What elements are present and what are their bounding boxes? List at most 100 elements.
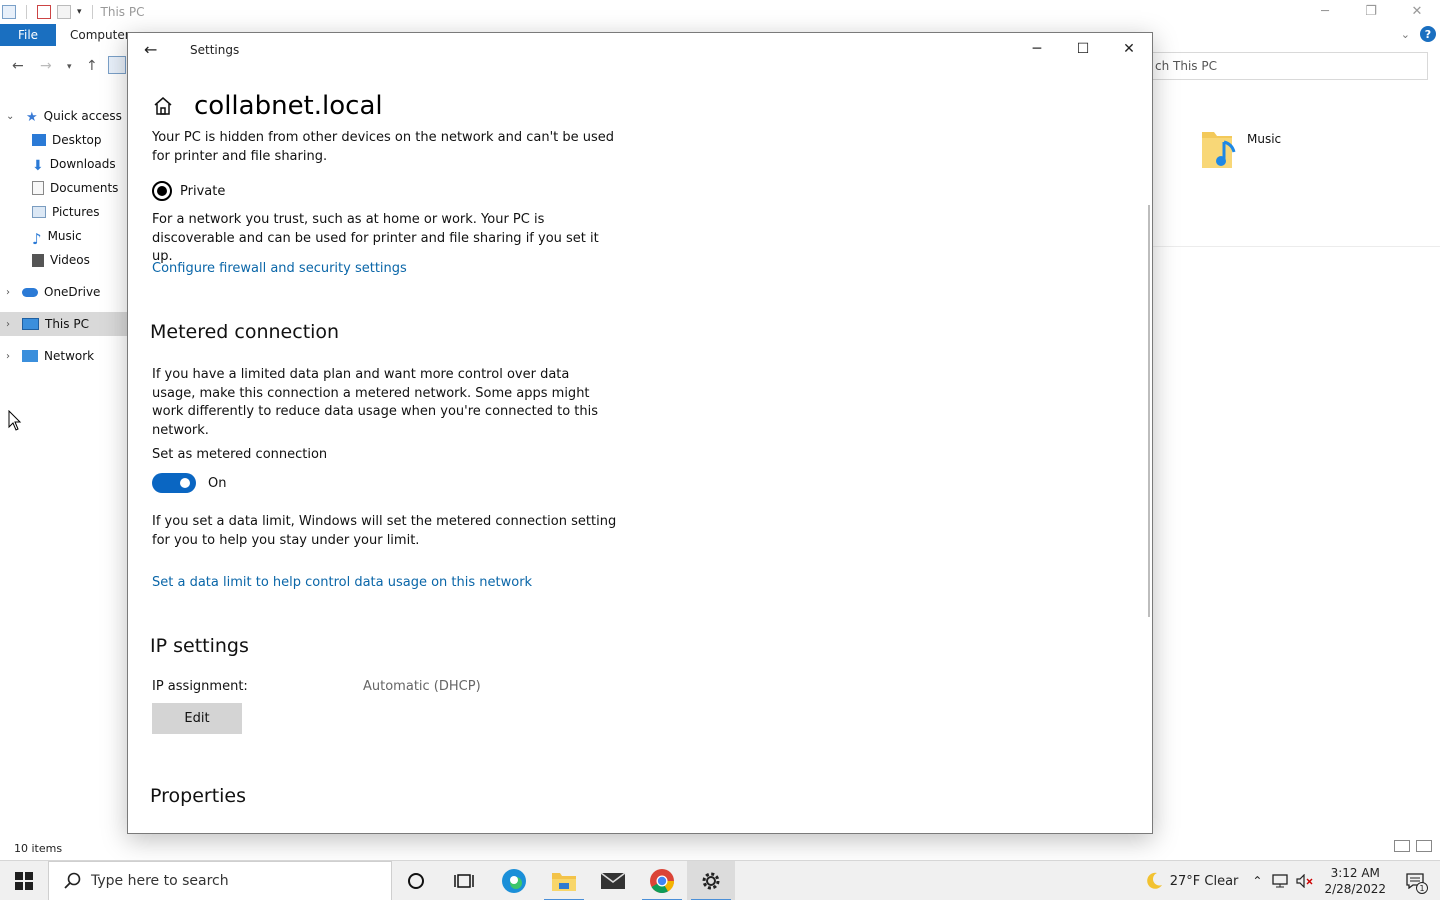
taskbar-search-box[interactable]: Type here to search (48, 861, 392, 900)
taskbar: Type here to search 27°F Clear ⌃ 3:12 AM… (0, 860, 1440, 900)
ip-assignment-value: Automatic (DHCP) (363, 679, 481, 694)
notification-count-badge: 1 (1416, 882, 1428, 894)
expand-ribbon-chevron-icon[interactable]: ⌄ (1401, 28, 1410, 41)
data-limit-description: If you set a data limit, Windows will se… (152, 514, 617, 548)
configure-firewall-link[interactable]: Configure firewall and security settings (152, 261, 407, 276)
new-folder-icon[interactable] (57, 5, 71, 19)
mouse-cursor-icon (8, 410, 22, 431)
network-hidden-description: Your PC is hidden from other devices on … (152, 130, 615, 164)
action-center-button[interactable]: 1 (1400, 866, 1430, 896)
properties-icon[interactable] (37, 5, 51, 19)
set-data-limit-link[interactable]: Set a data limit to help control data us… (152, 575, 532, 590)
radio-button[interactable] (152, 181, 172, 201)
close-icon[interactable]: ✕ (1106, 33, 1152, 65)
metered-toggle-switch[interactable] (152, 473, 196, 493)
sidebar-item-this-pc[interactable]: › This PC (0, 312, 128, 336)
properties-heading: Properties (150, 785, 247, 807)
expanded-chevron-icon[interactable]: ⌄ (6, 111, 14, 122)
sidebar-item-videos[interactable]: Videos (0, 248, 128, 272)
ip-settings-heading: IP settings (150, 635, 249, 657)
pictures-icon (32, 206, 46, 218)
radio-selected-dot (157, 186, 167, 196)
navigation-pane: ⌄ ★ Quick access Desktop ⬇ Downloads Doc… (0, 104, 128, 368)
forward-arrow-icon[interactable]: → (40, 58, 52, 74)
collapsed-chevron-icon[interactable]: › (6, 319, 10, 330)
sidebar-item-label: OneDrive (44, 285, 101, 299)
back-arrow-icon[interactable]: ← (144, 40, 157, 59)
back-arrow-icon[interactable]: ← (12, 58, 24, 74)
toggle-knob (180, 478, 190, 488)
page-header: collabnet.local (152, 91, 383, 121)
sidebar-item-onedrive[interactable]: › OneDrive (0, 280, 128, 304)
mail-envelope-icon (600, 872, 626, 889)
recent-locations-chevron-icon[interactable]: ▾ (67, 62, 72, 72)
toggle-state-label: On (208, 475, 227, 491)
sidebar-item-quick-access[interactable]: ⌄ ★ Quick access (0, 104, 128, 128)
sidebar-item-pictures[interactable]: Pictures (0, 200, 128, 224)
file-tab[interactable]: File (0, 24, 56, 46)
close-icon[interactable]: ✕ (1394, 0, 1440, 22)
restore-icon[interactable]: ❐ (1348, 0, 1394, 22)
minimize-icon[interactable]: ─ (1302, 0, 1348, 22)
speaker-muted-icon[interactable] (1296, 874, 1314, 888)
system-tray: 27°F Clear ⌃ 3:12 AM 2/28/2022 1 (1144, 861, 1440, 900)
toolbar-divider (26, 5, 27, 19)
up-arrow-icon[interactable]: ↑ (86, 58, 98, 74)
sidebar-item-label: Desktop (52, 133, 102, 147)
settings-titlebar: ← Settings ─ ☐ ✕ (128, 33, 1152, 67)
details-view-icon[interactable] (1394, 840, 1410, 852)
ip-assignment-row: IP assignment: Automatic (DHCP) (152, 679, 632, 699)
edge-browser-icon (502, 869, 526, 893)
network-icon (22, 350, 38, 362)
cortana-circle-icon (408, 873, 424, 889)
music-folder-icon[interactable] (1200, 126, 1238, 170)
chrome-browser-icon (650, 869, 674, 894)
explorer-window-controls: ─ ❐ ✕ (1302, 0, 1440, 22)
large-icons-view-icon[interactable] (1416, 840, 1432, 852)
clock-time: 3:12 AM (1330, 866, 1380, 880)
private-description: For a network you trust, such as at home… (152, 212, 599, 264)
quick-access-toolbar: ▾ (0, 5, 97, 19)
settings-button[interactable] (687, 861, 735, 900)
private-radio-option[interactable]: Private (152, 181, 225, 201)
edit-ip-button[interactable]: Edit (152, 703, 242, 734)
maximize-icon[interactable]: ☐ (1060, 33, 1106, 65)
sidebar-item-downloads[interactable]: ⬇ Downloads (0, 152, 128, 176)
mail-button[interactable] (589, 861, 637, 900)
desktop-icon (32, 134, 46, 146)
sidebar-item-label: Pictures (52, 205, 100, 219)
sidebar-item-label: Quick access (43, 109, 122, 123)
minimize-icon[interactable]: ─ (1014, 33, 1060, 65)
collapsed-chevron-icon[interactable]: › (6, 351, 10, 362)
cloud-icon (22, 287, 38, 297)
moon-weather-icon (1146, 872, 1162, 889)
clock[interactable]: 3:12 AM 2/28/2022 (1324, 865, 1386, 897)
address-computer-icon[interactable] (108, 56, 126, 74)
help-icon[interactable]: ? (1420, 26, 1436, 42)
search-icon (64, 872, 81, 889)
collapsed-chevron-icon[interactable]: › (6, 287, 10, 298)
computer-icon[interactable] (2, 5, 16, 19)
sidebar-item-documents[interactable]: Documents (0, 176, 128, 200)
show-hidden-icons-chevron-icon[interactable]: ⌃ (1252, 874, 1262, 888)
content-item-label[interactable]: Music (1247, 132, 1281, 146)
start-button[interactable] (0, 861, 48, 900)
customize-toolbar-chevron-icon[interactable]: ▾ (77, 7, 82, 17)
task-view-button[interactable] (440, 861, 488, 900)
network-icon[interactable] (1272, 874, 1289, 888)
sidebar-item-music[interactable]: ♪ Music (0, 224, 128, 248)
cortana-button[interactable] (392, 861, 440, 900)
folder-icon (552, 873, 576, 891)
gear-icon (702, 872, 720, 890)
vertical-scrollbar[interactable] (1148, 205, 1150, 617)
sidebar-item-label: Downloads (49, 157, 116, 171)
sidebar-item-label: Music (47, 229, 82, 243)
sidebar-item-desktop[interactable]: Desktop (0, 128, 128, 152)
edge-button[interactable] (490, 861, 538, 900)
explorer-search-box[interactable]: ch This PC (1150, 52, 1428, 80)
file-explorer-button[interactable] (540, 861, 588, 900)
sidebar-item-network[interactable]: › Network (0, 344, 128, 368)
computer-icon (22, 318, 39, 330)
weather-widget[interactable]: 27°F Clear (1144, 871, 1238, 891)
chrome-button[interactable] (638, 861, 686, 900)
